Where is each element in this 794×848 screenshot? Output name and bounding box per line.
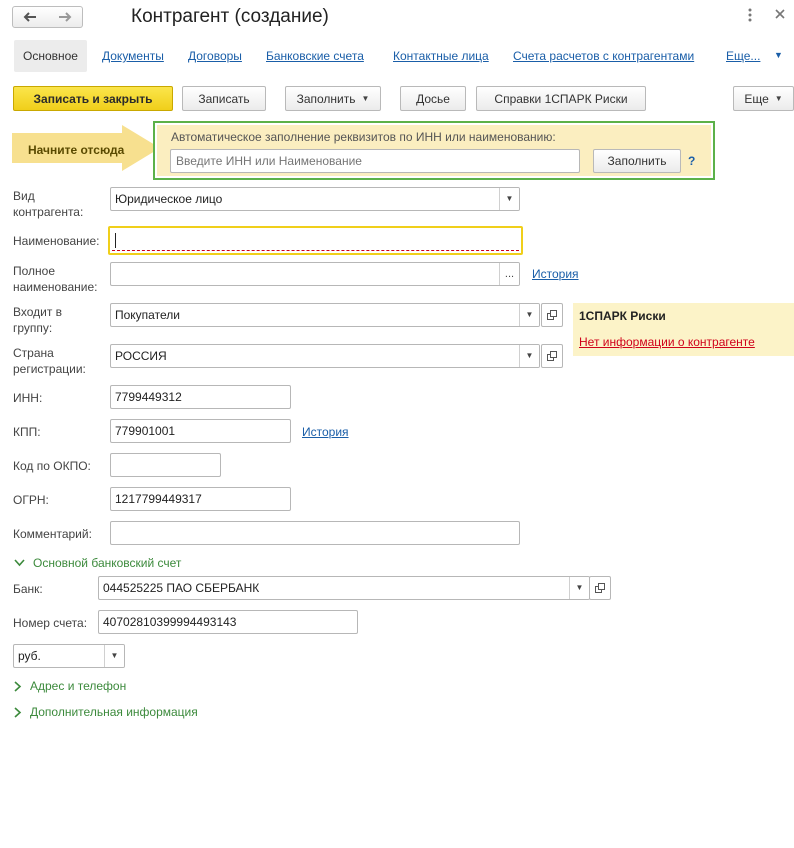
more-button[interactable]: Еще ▼: [733, 86, 794, 111]
tab-contracts[interactable]: Договоры: [188, 40, 242, 72]
tab-contacts[interactable]: Контактные лица: [393, 40, 489, 72]
text-cursor: [115, 233, 116, 248]
currency-value: руб.: [18, 649, 41, 663]
address-section-label: Адрес и телефон: [30, 679, 127, 693]
start-here-label: Начните отсюда: [28, 143, 125, 157]
arrow-right-icon: [58, 12, 71, 22]
okpo-input[interactable]: [110, 453, 221, 477]
kind-select[interactable]: Юридическое лицо ▼: [110, 187, 520, 211]
country-select[interactable]: РОССИЯ ▼: [110, 344, 540, 368]
inn-search-input[interactable]: [170, 149, 580, 173]
chevron-down-icon[interactable]: ▼: [499, 188, 519, 210]
dropdown-arrow-icon: ▼: [774, 94, 783, 103]
kind-label: Вид контрагента:: [13, 189, 84, 219]
spark-no-info-link[interactable]: Нет информации о контрагенте: [579, 335, 755, 349]
fullname-history-link[interactable]: История: [532, 267, 579, 281]
kpp-input[interactable]: 779901001: [110, 419, 291, 443]
tab-bank-accounts[interactable]: Банковские счета: [266, 40, 364, 72]
tab-documents[interactable]: Документы: [102, 40, 164, 72]
group-open-button[interactable]: [541, 303, 563, 327]
close-icon[interactable]: [774, 7, 786, 23]
chevron-down-icon[interactable]: ▼: [519, 345, 539, 367]
inn-input[interactable]: 7799449312: [110, 385, 291, 409]
window-title: Контрагент (создание): [131, 6, 329, 27]
group-label: Входит в группу:: [13, 305, 63, 335]
save-and-close-button[interactable]: Записать и закрыть: [13, 86, 173, 111]
kind-value: Юридическое лицо: [115, 192, 223, 206]
group-value: Покупатели: [115, 308, 180, 322]
chevron-right-icon: [14, 706, 22, 718]
group-select[interactable]: Покупатели ▼: [110, 303, 540, 327]
currency-select[interactable]: руб. ▼: [13, 644, 125, 668]
autofill-button[interactable]: Заполнить: [593, 149, 681, 173]
dropdown-arrow-icon: ▼: [361, 94, 370, 103]
extra-section-label: Дополнительная информация: [30, 705, 198, 719]
comment-input[interactable]: [110, 521, 520, 545]
kpp-history-link[interactable]: История: [302, 425, 349, 439]
tab-more-label: Еще...: [726, 49, 761, 63]
chevron-down-icon[interactable]: ▼: [104, 645, 124, 667]
open-window-icon: [595, 583, 605, 593]
more-button-label: Еще: [744, 91, 769, 106]
dossier-button[interactable]: Досье: [400, 86, 466, 111]
fill-button[interactable]: Заполнить ▼: [285, 86, 381, 111]
ogrn-label: ОГРН:: [13, 493, 49, 507]
arrow-left-icon: [23, 12, 36, 22]
bank-section-label: Основной банковский счет: [33, 556, 182, 570]
bank-value: 044525225 ПАО СБЕРБАНК: [103, 581, 260, 595]
kpp-label: КПП:: [13, 425, 41, 439]
tab-main[interactable]: Основное: [14, 40, 87, 72]
fill-button-label: Заполнить: [296, 91, 356, 106]
extra-section-toggle[interactable]: Дополнительная информация: [14, 705, 198, 719]
name-label: Наименование:: [13, 234, 100, 248]
fullname-label: Полное наименование:: [13, 264, 98, 294]
open-window-icon: [547, 310, 557, 320]
vertical-dots-icon[interactable]: [748, 8, 752, 25]
spark-panel-title: 1СПАРК Риски: [579, 309, 666, 323]
back-button[interactable]: [12, 6, 48, 28]
country-label: Страна регистрации:: [13, 346, 86, 376]
chevron-down-icon[interactable]: ▼: [519, 304, 539, 326]
bank-select[interactable]: 044525225 ПАО СБЕРБАНК ▼: [98, 576, 590, 600]
spark-reports-button[interactable]: Справки 1СПАРК Риски: [476, 86, 646, 111]
autofill-caption: Автоматическое заполнение реквизитов по …: [171, 130, 556, 144]
account-label: Номер счета:: [13, 616, 88, 630]
tab-settlement-accounts[interactable]: Счета расчетов с контрагентами: [513, 40, 694, 72]
chevron-down-icon: [14, 559, 25, 567]
open-window-icon: [547, 351, 557, 361]
address-section-toggle[interactable]: Адрес и телефон: [14, 679, 126, 693]
chevron-right-icon: [14, 680, 22, 692]
autofill-panel: Автоматическое заполнение реквизитов по …: [153, 121, 715, 180]
tab-more[interactable]: Еще...: [726, 40, 760, 72]
inn-label: ИНН:: [13, 391, 43, 405]
name-input[interactable]: [108, 226, 523, 255]
account-input[interactable]: 40702810399994493143: [98, 610, 358, 634]
bank-section-toggle[interactable]: Основной банковский счет: [14, 556, 181, 570]
okpo-label: Код по ОКПО:: [13, 459, 91, 473]
bank-open-button[interactable]: [589, 576, 611, 600]
country-open-button[interactable]: [541, 344, 563, 368]
bank-label: Банк:: [13, 582, 43, 596]
forward-button[interactable]: [47, 6, 83, 28]
country-value: РОССИЯ: [115, 349, 167, 363]
fullname-input[interactable]: ...: [110, 262, 520, 286]
spark-risk-panel: 1СПАРК Риски Нет информации о контрагент…: [573, 303, 794, 356]
help-icon[interactable]: ?: [688, 154, 695, 168]
chevron-down-icon[interactable]: ▼: [569, 577, 589, 599]
save-button[interactable]: Записать: [182, 86, 266, 111]
fullname-select-button[interactable]: ...: [499, 263, 519, 285]
ogrn-input[interactable]: 1217799449317: [110, 487, 291, 511]
comment-label: Комментарий:: [13, 527, 92, 541]
chevron-down-icon[interactable]: ▼: [774, 50, 783, 60]
